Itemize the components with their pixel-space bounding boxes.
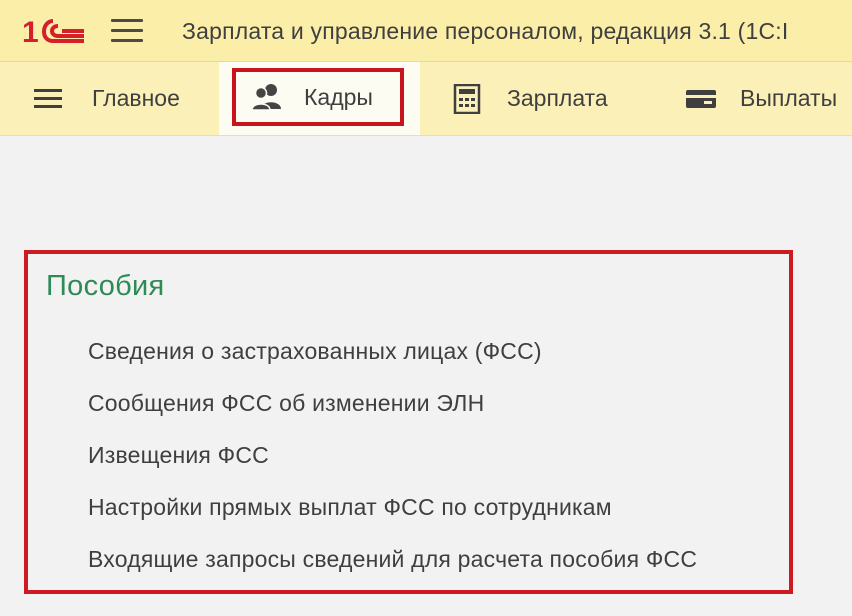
section-kadry-label: Кадры [304, 83, 373, 110]
1c-logo-icon[interactable]: 1 [22, 15, 88, 47]
command-insured-persons-info[interactable]: Сведения о застрахованных лицах (ФСС) [88, 338, 542, 365]
hamburger-icon[interactable] [111, 19, 143, 43]
list-icon [34, 88, 62, 108]
people-icon [251, 84, 281, 111]
section-zarplata-label: Зарплата [507, 85, 608, 111]
section-kadry[interactable]: Кадры [219, 62, 420, 135]
title-bar: 1 Зарплата и управление персоналом, реда… [0, 0, 852, 62]
section-vyplaty[interactable]: Выплаты [684, 62, 837, 135]
command-incoming-requests[interactable]: Входящие запросы сведений для расчета по… [88, 546, 697, 573]
app-title: Зарплата и управление персоналом, редакц… [182, 18, 789, 44]
calculator-icon [453, 83, 481, 114]
group-title: Пособия [46, 270, 165, 302]
command-direct-payments-settings[interactable]: Настройки прямых выплат ФСС по сотрудник… [88, 494, 612, 521]
command-fss-notices[interactable]: Извещения ФСС [88, 442, 269, 469]
command-eln-change-messages[interactable]: Сообщения ФСС об изменении ЭЛН [88, 390, 484, 417]
section-main[interactable]: Главное [34, 62, 180, 135]
sections-panel: Главное Кадры Зарплата Выплаты [0, 62, 852, 136]
svg-text:1: 1 [22, 16, 39, 47]
content-area: Пособия Сведения о застрахованных лицах … [0, 136, 852, 616]
section-kadry-highlight: Кадры [232, 68, 404, 126]
section-main-label: Главное [92, 85, 180, 111]
section-zarplata[interactable]: Зарплата [451, 62, 608, 135]
section-vyplaty-label: Выплаты [740, 85, 838, 111]
benefits-group: Пособия Сведения о застрахованных лицах … [24, 250, 793, 594]
wallet-icon [686, 89, 716, 108]
